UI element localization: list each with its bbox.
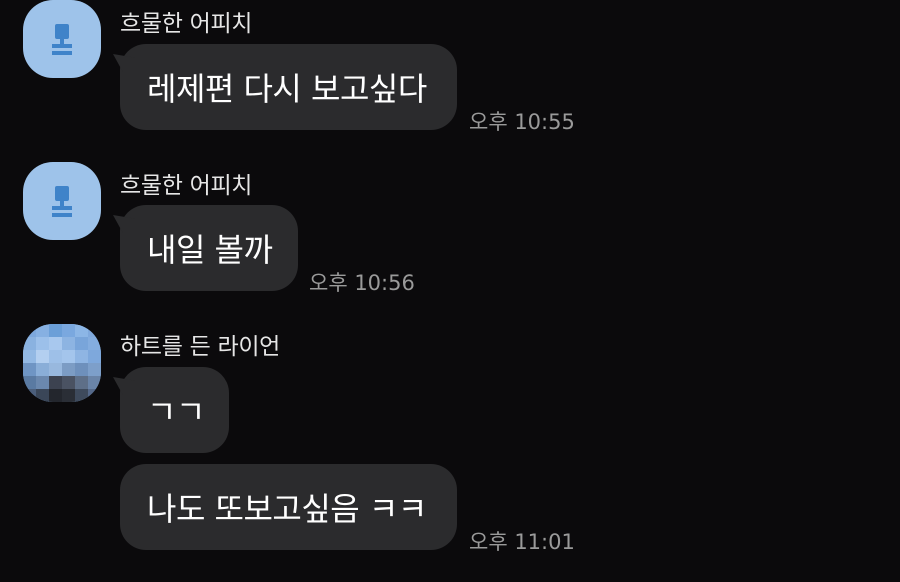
blurred-profile-photo bbox=[23, 324, 101, 402]
sender-name: 하트를 든 라이언 bbox=[120, 334, 281, 360]
message-group: 하트를 든 라이언 ㄱㄱ 나도 또보고싶음 ㅋㅋ 오후 11:01 bbox=[0, 0, 900, 582]
message-bubble[interactable]: ㄱㄱ bbox=[120, 367, 229, 453]
message-timestamp: 오후 11:01 bbox=[469, 530, 575, 554]
avatar[interactable] bbox=[23, 324, 101, 402]
message-bubble[interactable]: 나도 또보고싶음 ㅋㅋ bbox=[120, 464, 457, 550]
